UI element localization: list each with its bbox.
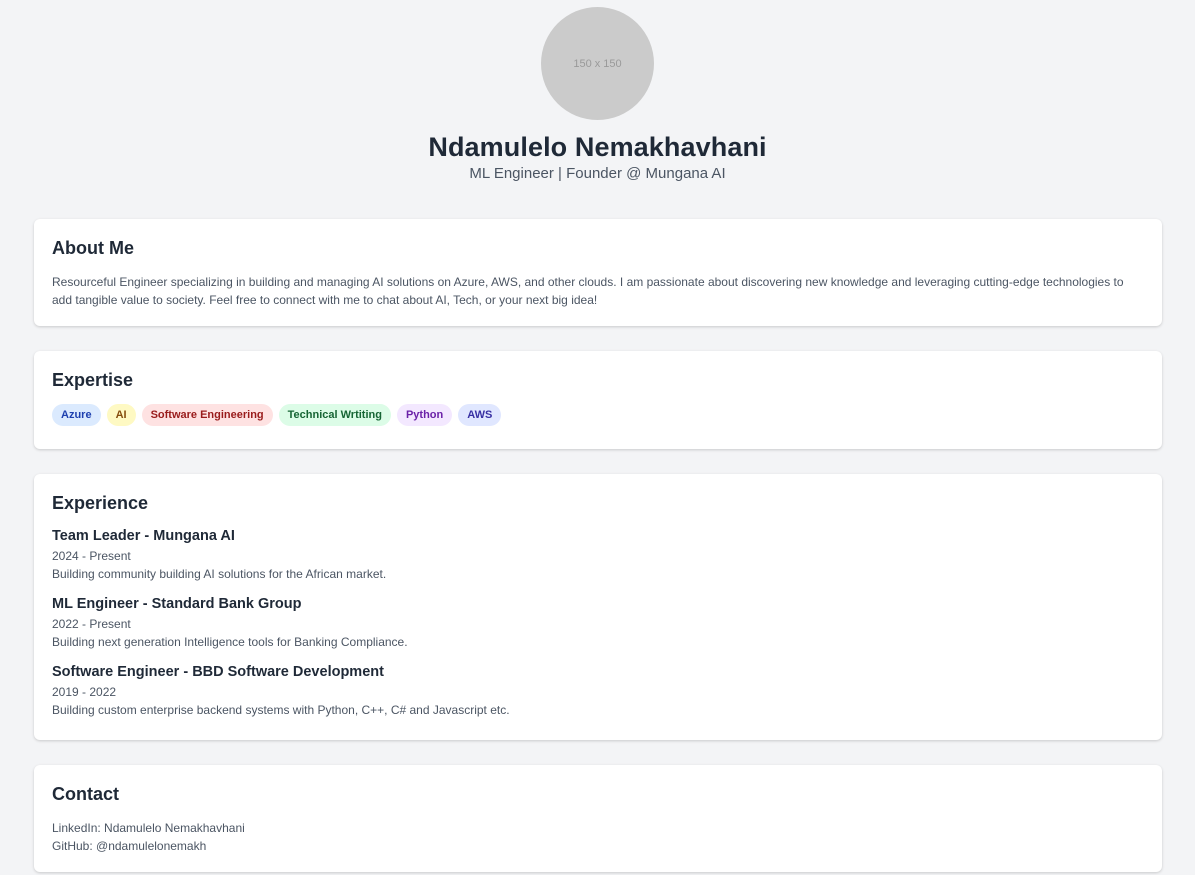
tag-python[interactable]: Python (396, 404, 453, 426)
contact-github-line: GitHub: @ndamulelonemakh (52, 837, 1144, 855)
experience-card: Experience Team Leader - Mungana AI 2024… (34, 474, 1162, 740)
linkedin-label: LinkedIn: (52, 821, 101, 835)
profile-tagline: ML Engineer | Founder @ Mungana AI (469, 165, 726, 182)
tag-ai[interactable]: AI (106, 404, 136, 426)
contact-linkedin-line: LinkedIn: Ndamulelo Nemakhavhani (52, 819, 1144, 837)
github-link[interactable]: @ndamulelonemakh (96, 839, 206, 853)
about-heading: About Me (52, 238, 134, 258)
experience-item: ML Engineer - Standard Bank Group 2022 -… (52, 595, 1144, 651)
github-label: GitHub: (52, 839, 93, 853)
experience-title: Software Engineer - BBD Software Develop… (52, 664, 384, 680)
experience-dates: 2024 - Present (52, 549, 131, 563)
tag-software-engineering[interactable]: Software Engineering (141, 404, 273, 426)
experience-item: Software Engineer - BBD Software Develop… (52, 663, 1144, 719)
avatar: 150 x 150 (541, 7, 654, 120)
experience-dates: 2022 - Present (52, 617, 131, 631)
expertise-card: Expertise Azure AI Software Engineering … (34, 351, 1162, 449)
experience-description: Building community building AI solutions… (52, 567, 387, 581)
experience-title: Team Leader - Mungana AI (52, 528, 235, 544)
about-card: About Me Resourceful Engineer specializi… (34, 219, 1162, 326)
experience-dates: 2019 - 2022 (52, 685, 117, 699)
tag-azure[interactable]: Azure (52, 404, 101, 426)
experience-description: Building custom enterprise backend syste… (52, 703, 510, 717)
contact-lines: LinkedIn: Ndamulelo Nemakhavhani GitHub:… (52, 819, 1144, 855)
linkedin-link[interactable]: Ndamulelo Nemakhavhani (104, 821, 245, 835)
expertise-heading: Expertise (52, 370, 134, 390)
experience-heading: Experience (52, 493, 149, 513)
contact-heading: Contact (52, 784, 119, 804)
profile-header: 150 x 150 Ndamulelo Nemakhavhani ML Engi… (0, 0, 1195, 184)
about-text: Resourceful Engineer specializing in bui… (52, 275, 1124, 307)
avatar-placeholder-text: 150 x 150 (573, 57, 622, 70)
tag-aws[interactable]: AWS (458, 404, 502, 426)
profile-page: 150 x 150 Ndamulelo Nemakhavhani ML Engi… (0, 0, 1195, 875)
experience-description: Building next generation Intelligence to… (52, 635, 408, 649)
experience-title: ML Engineer - Standard Bank Group (52, 596, 302, 612)
tag-technical-writing[interactable]: Technical Wrtiting (278, 404, 391, 426)
expertise-tags: Azure AI Software Engineering Technical … (52, 404, 1144, 426)
contact-card: Contact LinkedIn: Ndamulelo Nemakhavhani… (34, 765, 1162, 872)
profile-name: Ndamulelo Nemakhavhani (428, 132, 767, 162)
experience-item: Team Leader - Mungana AI 2024 - Present … (52, 527, 1144, 583)
